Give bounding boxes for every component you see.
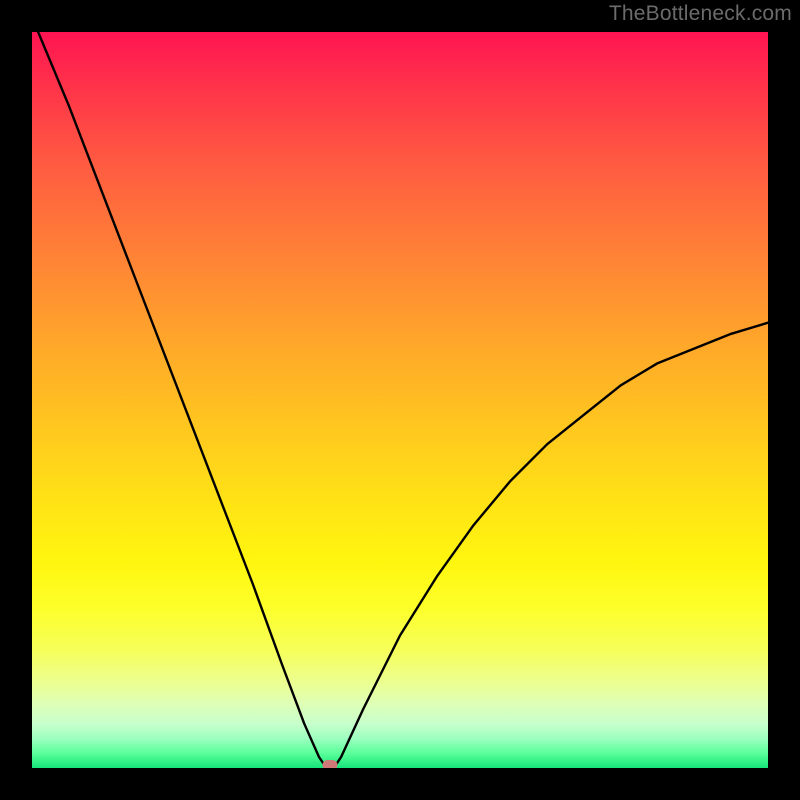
plot-area bbox=[32, 32, 768, 768]
watermark-text: TheBottleneck.com bbox=[609, 2, 792, 26]
curve-path bbox=[32, 32, 768, 768]
min-point-marker bbox=[323, 760, 338, 768]
chart-frame: TheBottleneck.com bbox=[0, 0, 800, 800]
bottleneck-curve bbox=[32, 32, 768, 768]
